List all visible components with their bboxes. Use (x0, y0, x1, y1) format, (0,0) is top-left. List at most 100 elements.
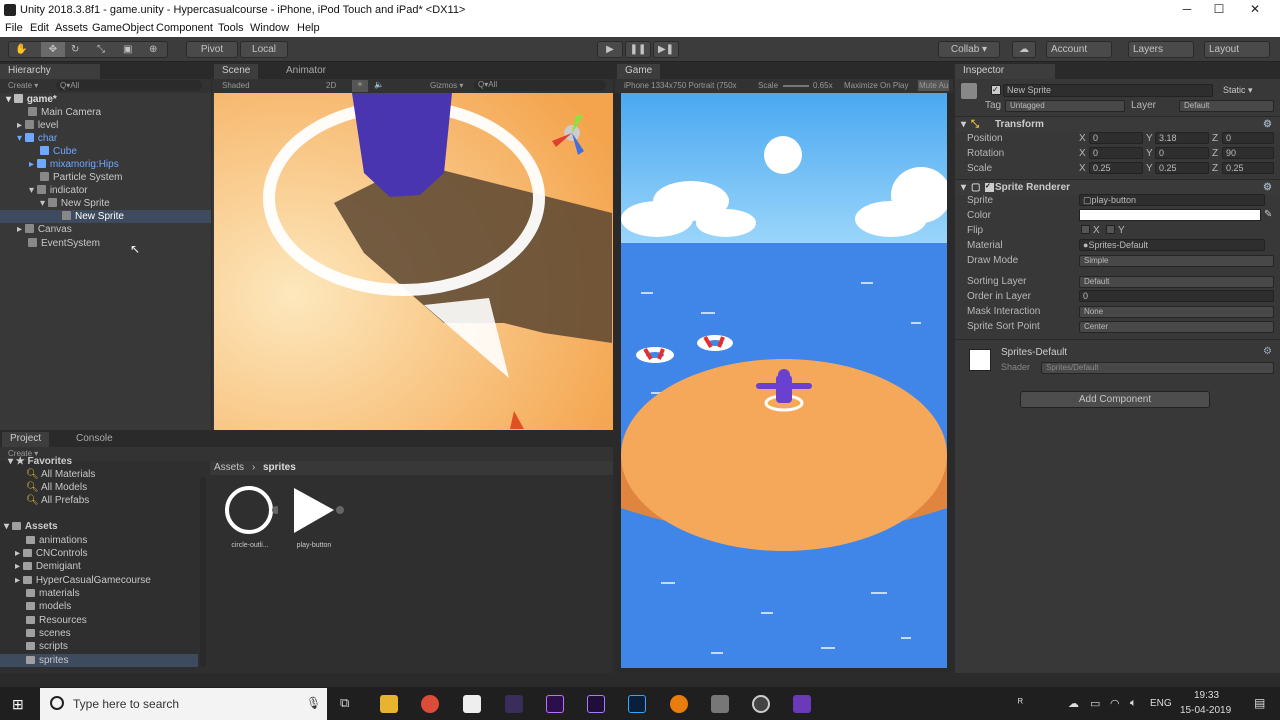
folder-item[interactable]: animations (26, 534, 87, 547)
premiere-pro-icon[interactable] (546, 695, 564, 713)
account-dropdown[interactable]: Account (1046, 41, 1112, 58)
settings-gear-icon[interactable]: ⚙ (1263, 346, 1272, 357)
active-checkbox[interactable]: ✓ (991, 85, 1001, 95)
layers-dropdown[interactable]: Layers (1128, 41, 1194, 58)
sorting-layer-dropdown[interactable]: Default (1079, 276, 1274, 288)
menu-tools[interactable]: Tools (218, 22, 244, 34)
language-indicator[interactable]: ENG (1150, 698, 1172, 709)
position-z-field[interactable]: 0 (1222, 132, 1274, 144)
transform-header[interactable]: ▾ ⤡ Transform ⚙ (955, 116, 1280, 132)
rotation-y-field[interactable]: 0 (1155, 147, 1209, 159)
color-swatch[interactable] (1079, 209, 1261, 221)
order-in-layer-field[interactable]: 0 (1079, 290, 1274, 302)
collab-dropdown[interactable]: Collab ▾ (938, 41, 1000, 58)
hierarchy-item[interactable]: ▾ char (17, 132, 57, 145)
rotation-x-field[interactable]: 0 (1089, 147, 1143, 159)
microphone-icon[interactable]: 🎙︎ (306, 696, 321, 710)
pivot-toggle[interactable]: Pivot (186, 41, 238, 58)
sprite-field[interactable]: ▢play-button (1079, 194, 1265, 206)
hierarchy-item-selected[interactable]: New Sprite (0, 210, 211, 223)
material-block[interactable]: Sprites-Default Shader Sprites/Default ⚙ (955, 339, 1280, 375)
scale-slider[interactable] (783, 85, 809, 87)
rotate-tool-icon[interactable]: ↻ (71, 42, 79, 57)
position-x-field[interactable]: 0 (1089, 132, 1143, 144)
folder-item[interactable]: Resources (26, 614, 87, 627)
breadcrumb-assets[interactable]: Assets (214, 462, 244, 473)
tab-inspector[interactable]: Inspector (955, 64, 1055, 79)
scale-y-field[interactable]: 0.25 (1155, 162, 1209, 174)
gizmos-dropdown[interactable]: Gizmos ▾ (430, 81, 463, 90)
step-button[interactable]: ▶❚ (653, 41, 679, 58)
hierarchy-item[interactable]: ▾ indicator (29, 184, 88, 197)
unity-taskbar-icon[interactable] (463, 695, 481, 713)
menu-window[interactable]: Window (250, 22, 289, 34)
rotation-z-field[interactable]: 90 (1222, 147, 1274, 159)
position-y-field[interactable]: 3.18 (1155, 132, 1209, 144)
windows-start-icon[interactable]: ⊞ (12, 696, 24, 713)
hierarchy-item[interactable]: ▸ mixamorig:Hips (29, 158, 119, 171)
draw-mode-dropdown[interactable]: Simple (1079, 255, 1274, 267)
tab-console[interactable]: Console (68, 432, 121, 447)
menu-help[interactable]: Help (297, 22, 320, 34)
folder-item[interactable]: ▸ Demigiant (15, 560, 81, 573)
transform-tool-icon[interactable]: ⊕ (149, 42, 157, 57)
hierarchy-search-input[interactable]: Q▾All (56, 80, 202, 91)
tab-project[interactable]: Project (2, 432, 50, 447)
sprite-renderer-header[interactable]: ▾ ▢ ✓ Sprite Renderer ⚙ (955, 179, 1280, 195)
audio-toggle-icon[interactable]: 🔈 (374, 80, 384, 89)
rect-tool-icon[interactable]: ▣ (123, 42, 132, 57)
pause-button[interactable]: ❚❚ (625, 41, 651, 58)
layout-dropdown[interactable]: Layout (1204, 41, 1270, 58)
assets-root[interactable]: ▾ Assets (4, 520, 58, 533)
scale-x-field[interactable]: 0.25 (1089, 162, 1143, 174)
photoshop-icon[interactable] (628, 695, 646, 713)
flip-y-checkbox[interactable] (1106, 225, 1115, 234)
minimize-button[interactable]: ─ (1172, 2, 1202, 18)
eyedropper-icon[interactable]: ✎ (1264, 209, 1272, 220)
clock-time[interactable]: 19:33 (1194, 690, 1219, 701)
breadcrumb-sprites[interactable]: sprites (263, 462, 296, 473)
asset-tile[interactable]: circle-outli... (222, 483, 282, 553)
close-button[interactable]: ✕ (1240, 2, 1270, 18)
resolution-dropdown[interactable]: iPhone 1334x750 Portrait (750x (624, 81, 737, 90)
lighting-toggle-icon[interactable]: ☀ (352, 80, 368, 92)
folder-item[interactable]: models (26, 600, 71, 613)
material-field[interactable]: ●Sprites-Default (1079, 239, 1265, 251)
mask-interaction-dropdown[interactable]: None (1079, 306, 1274, 318)
tab-scene[interactable]: Scene (214, 64, 259, 79)
object-name-field[interactable]: New Sprite (1003, 84, 1213, 97)
favorite-item[interactable]: 🔍︎ All Models (26, 481, 87, 494)
battery-icon[interactable]: ▭ (1090, 697, 1100, 710)
hierarchy-item[interactable]: ▸ level (17, 119, 58, 132)
scale-tool-icon[interactable]: ⤡ (97, 42, 105, 57)
maximize-button[interactable]: ☐ (1204, 2, 1234, 18)
chrome-icon[interactable] (421, 695, 439, 713)
hierarchy-item[interactable]: ▸ Canvas (17, 223, 72, 236)
volume-icon[interactable]: 🔈︎ (1130, 697, 1137, 710)
network-icon[interactable]: ◠ (1110, 697, 1120, 710)
task-view-icon[interactable]: ⧉ (340, 695, 349, 711)
tab-game[interactable]: Game (617, 64, 661, 79)
media-app-icon[interactable] (711, 695, 729, 713)
menu-edit[interactable]: Edit (30, 22, 49, 34)
enabled-checkbox[interactable]: ✓ (985, 183, 994, 192)
visual-studio-code-icon[interactable] (505, 695, 523, 713)
settings-gear-icon[interactable]: ⚙ (1263, 117, 1272, 132)
blender-icon[interactable] (670, 695, 688, 713)
after-effects-icon[interactable] (587, 695, 605, 713)
folder-item[interactable]: scenes (26, 627, 71, 640)
folder-item[interactable]: ▸ HyperCasualGamecourse (15, 574, 151, 587)
asset-tile[interactable]: play-button (286, 483, 346, 553)
tag-dropdown[interactable]: Untagged (1005, 100, 1125, 112)
favorites-header[interactable]: ▾ ★ Favorites (8, 455, 72, 468)
cloud-icon[interactable]: ☁ (1012, 41, 1036, 58)
move-tool-icon[interactable]: ✥ (41, 42, 65, 57)
sprite-sort-point-dropdown[interactable]: Center (1079, 321, 1274, 333)
hierarchy-item[interactable]: Main Camera (28, 106, 101, 119)
clock-date[interactable]: 15-04-2019 (1180, 705, 1231, 716)
maximize-on-play-toggle[interactable]: Maximize On Play (844, 81, 908, 90)
settings-gear-icon[interactable]: ⚙ (1263, 180, 1272, 195)
shader-dropdown[interactable]: Sprites/Default (1041, 362, 1274, 374)
onedrive-icon[interactable]: ☁ (1068, 697, 1079, 710)
people-icon[interactable]: ᴿ (1018, 697, 1023, 709)
